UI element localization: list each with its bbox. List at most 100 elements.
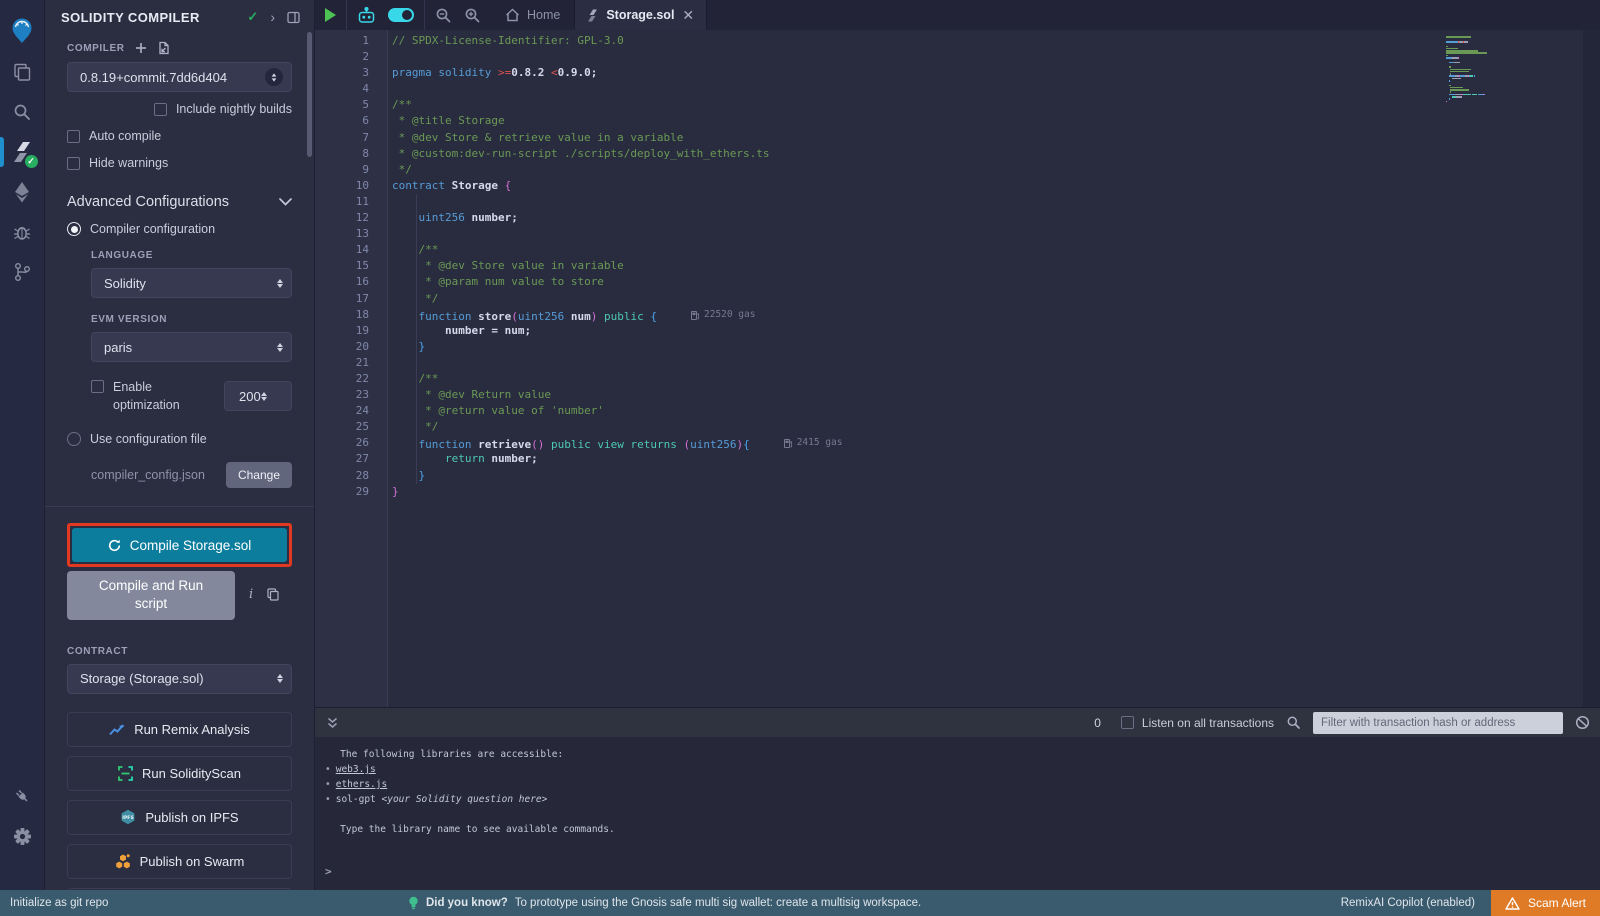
gutter: 1234567891011121314151617181920212223242… xyxy=(315,30,388,707)
change-config-button[interactable]: Change xyxy=(226,462,292,488)
run-remix-analysis-button[interactable]: Run Remix Analysis xyxy=(67,712,292,747)
evm-version-label: EVM VERSION xyxy=(91,314,292,325)
run-remix-analysis-label: Run Remix Analysis xyxy=(134,722,250,737)
home-tab[interactable]: Home xyxy=(491,0,574,30)
scan-icon xyxy=(118,766,133,781)
select-arrows-icon xyxy=(265,68,283,86)
transaction-filter-input[interactable] xyxy=(1313,712,1563,734)
code-lines: // SPDX-License-Identifier: GPL-3.0pragm… xyxy=(388,30,1600,707)
enable-optimization-label: Enable optimization xyxy=(113,378,199,414)
tip-text: To prototype using the Gnosis safe multi… xyxy=(515,897,922,909)
minimap[interactable] xyxy=(1446,36,1556,103)
collapse-terminal-icon[interactable] xyxy=(327,717,338,729)
compile-and-run-button[interactable]: Compile and Run script xyxy=(67,571,235,619)
language-select[interactable]: Solidity xyxy=(91,268,292,298)
hide-warnings-checkbox[interactable] xyxy=(67,157,80,170)
solidity-compiler-icon[interactable]: ✓ xyxy=(0,132,45,172)
search-icon[interactable] xyxy=(0,92,45,132)
publish-on-ipfs-button[interactable]: IPFS Publish on IPFS xyxy=(67,800,292,835)
copy-icon[interactable] xyxy=(267,588,279,601)
panel-title: SOLIDITY COMPILER xyxy=(61,10,247,25)
contract-select[interactable]: Storage (Storage.sol) xyxy=(67,664,292,694)
debugger-icon[interactable] xyxy=(0,212,45,252)
zoom-out-icon[interactable] xyxy=(435,7,452,24)
compiler-version-value: 0.8.19+commit.7dd6d404 xyxy=(80,70,265,85)
swarm-icon xyxy=(115,853,131,869)
evm-version-select[interactable]: paris xyxy=(91,332,292,362)
settings-gear-icon[interactable] xyxy=(0,816,45,856)
remix-logo-icon[interactable] xyxy=(0,8,45,52)
add-compiler-icon[interactable] xyxy=(135,42,147,54)
run-solidityscan-button[interactable]: Run SolidityScan xyxy=(67,756,292,791)
indent-guide xyxy=(416,194,417,484)
terminal-search-icon[interactable] xyxy=(1286,715,1301,730)
deploy-run-icon[interactable] xyxy=(0,172,45,212)
remix-ide-window: ✓ SOLIDITY COMPILER xyxy=(0,0,1600,916)
compiler-version-select[interactable]: 0.8.19+commit.7dd6d404 xyxy=(67,62,292,92)
terminal[interactable]: The following libraries are accessible:•… xyxy=(315,737,1600,890)
enable-optimization-checkbox[interactable] xyxy=(91,380,104,393)
chart-icon xyxy=(109,722,125,736)
import-compiler-icon[interactable] xyxy=(157,41,170,55)
scam-alert-button[interactable]: Scam Alert xyxy=(1491,890,1600,916)
terminal-prompt[interactable]: > xyxy=(325,865,332,878)
editor-topbar: Home Storage.sol ✕ xyxy=(315,0,1600,30)
compiled-check-badge: ✓ xyxy=(25,155,38,168)
tip-title: Did you know? xyxy=(426,897,508,909)
advanced-configurations-title: Advanced Configurations xyxy=(67,194,279,210)
compiler-configuration-radio[interactable] xyxy=(67,222,81,236)
transaction-count: 0 xyxy=(1094,716,1101,730)
nightly-builds-checkbox[interactable] xyxy=(154,103,167,116)
annotation-highlight-box: Compile Storage.sol xyxy=(67,523,292,567)
ipfs-icon: IPFS xyxy=(120,809,136,825)
auto-compile-checkbox[interactable] xyxy=(67,130,80,143)
solidity-compiler-panel: SOLIDITY COMPILER ✓ › COMPILER 0.8.19+co… xyxy=(45,0,315,890)
divider xyxy=(45,506,314,507)
chevron-right-icon[interactable]: › xyxy=(270,9,275,25)
ai-copilot-robot-icon[interactable] xyxy=(357,7,376,24)
status-bar: Initialize as git repo Did you know? To … xyxy=(0,890,1600,916)
listen-transactions-checkbox[interactable] xyxy=(1121,716,1134,729)
compilation-details-button[interactable]: Compilation Details xyxy=(67,888,292,890)
warning-icon xyxy=(1505,897,1520,910)
solidity-file-icon xyxy=(587,9,598,22)
tab-label: Storage.sol xyxy=(606,8,674,22)
file-explorer-icon[interactable] xyxy=(0,52,45,92)
home-icon xyxy=(505,8,520,22)
hide-warnings-label: Hide warnings xyxy=(89,156,168,170)
copilot-toggle[interactable] xyxy=(388,8,414,22)
compiler-configuration-label: Compiler configuration xyxy=(90,222,215,236)
plugin-manager-icon[interactable] xyxy=(0,776,45,816)
optimization-runs-value: 200 xyxy=(239,389,261,404)
config-file-name: compiler_config.json xyxy=(91,468,205,482)
scam-alert-label: Scam Alert xyxy=(1528,896,1586,910)
clear-console-icon[interactable] xyxy=(1575,715,1590,730)
publish-on-ipfs-label: Publish on IPFS xyxy=(145,810,238,825)
optimization-runs-input[interactable]: 200 xyxy=(224,381,292,411)
compile-success-icon: ✓ xyxy=(247,9,258,25)
info-icon[interactable]: i xyxy=(249,587,253,602)
compiler-label: COMPILER xyxy=(67,43,125,54)
git-icon[interactable] xyxy=(0,252,45,292)
publish-on-swarm-button[interactable]: Publish on Swarm xyxy=(67,844,292,879)
zoom-in-icon[interactable] xyxy=(464,7,481,24)
editor-scrollbar[interactable] xyxy=(1583,30,1600,707)
compile-button[interactable]: Compile Storage.sol xyxy=(72,528,287,562)
use-config-file-radio[interactable] xyxy=(67,432,81,446)
terminal-header: 0 Listen on all transactions xyxy=(315,707,1600,737)
run-script-play-button[interactable] xyxy=(325,8,336,22)
panel-scrollbar[interactable] xyxy=(307,32,312,157)
lightbulb-icon xyxy=(408,896,419,911)
use-config-file-label: Use configuration file xyxy=(90,432,207,446)
advanced-configurations-header[interactable]: Advanced Configurations xyxy=(67,194,292,210)
auto-compile-label: Auto compile xyxy=(89,129,161,143)
close-tab-icon[interactable]: ✕ xyxy=(682,7,694,24)
pin-panel-icon[interactable] xyxy=(287,11,300,24)
contract-value: Storage (Storage.sol) xyxy=(80,671,277,686)
code-editor[interactable]: 1234567891011121314151617181920212223242… xyxy=(315,30,1600,707)
run-solidityscan-label: Run SolidityScan xyxy=(142,766,241,781)
tab-storage-sol[interactable]: Storage.sol ✕ xyxy=(574,0,707,30)
language-value: Solidity xyxy=(104,276,277,291)
git-init-status[interactable]: Initialize as git repo xyxy=(0,897,108,909)
icon-rail: ✓ xyxy=(0,0,45,890)
